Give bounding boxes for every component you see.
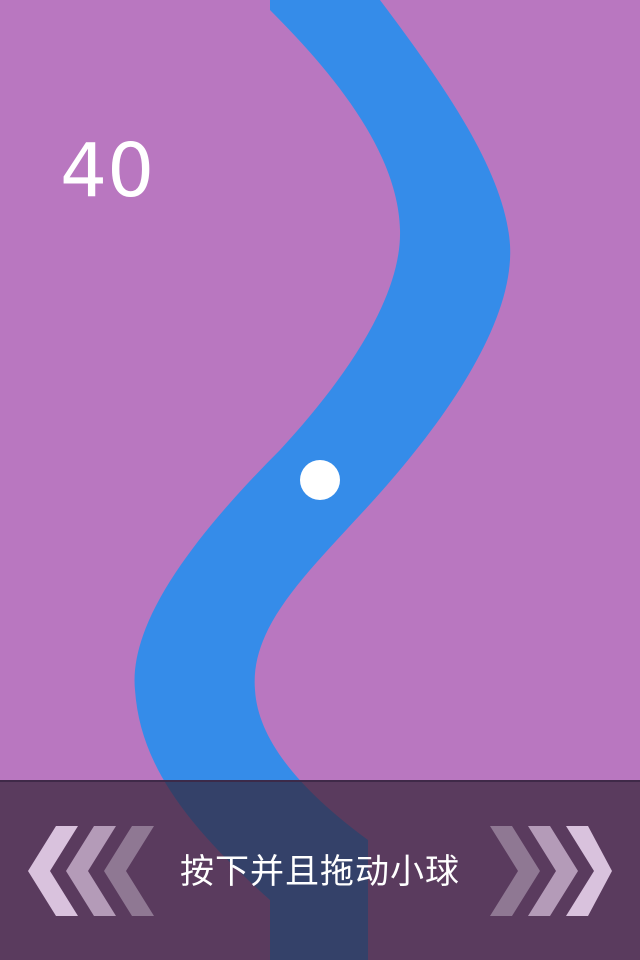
ball[interactable] xyxy=(300,460,340,500)
triple-chevron-left-icon xyxy=(26,826,156,916)
triple-chevron-right-icon xyxy=(484,826,614,916)
instruction-text: 按下并且拖动小球 xyxy=(180,852,460,892)
game-screen[interactable]: 40 按下并且拖动小球 xyxy=(0,0,640,960)
instruction-bar: 按下并且拖动小球 xyxy=(0,780,640,960)
chevron-left-icon xyxy=(104,826,154,916)
score-counter: 40 xyxy=(60,128,155,214)
chevron-right-icon xyxy=(490,826,540,916)
